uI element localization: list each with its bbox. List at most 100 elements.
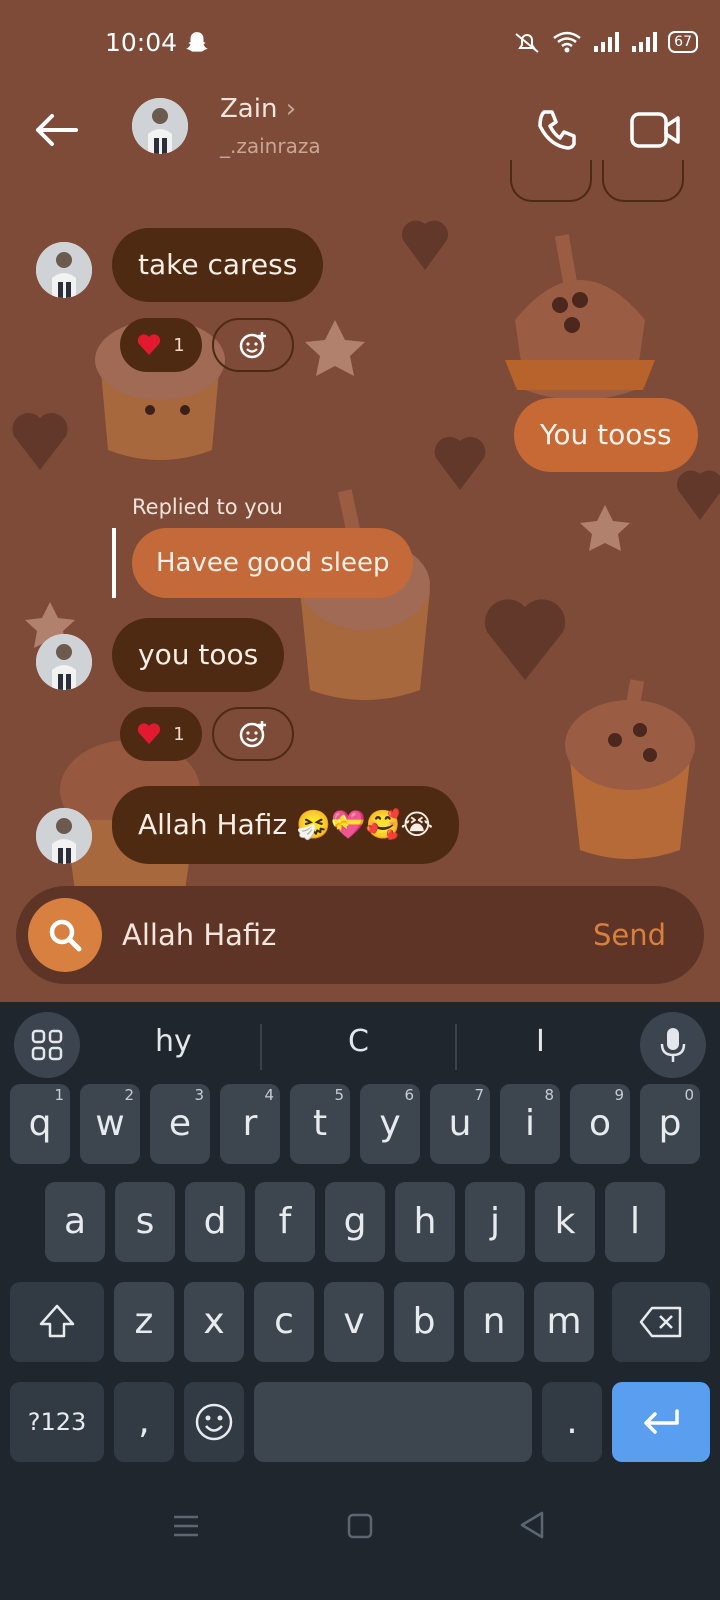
key-h[interactable]: h [395, 1182, 455, 1262]
key-y[interactable]: y6 [360, 1084, 420, 1164]
comma-key[interactable]: , [114, 1382, 174, 1462]
avatar[interactable] [132, 98, 188, 154]
backspace-key[interactable] [612, 1282, 710, 1362]
message-bubble[interactable]: Allah Hafiz 🤧💝🥰😭 [112, 786, 460, 864]
suggestion[interactable]: C [348, 1024, 369, 1059]
message-bubble[interactable]: take caress [112, 228, 324, 302]
key-i[interactable]: i8 [500, 1084, 560, 1164]
message-bubble-outgoing[interactable]: You tooss [514, 398, 698, 472]
key-c[interactable]: c [254, 1282, 314, 1362]
heart-icon [138, 723, 161, 744]
avatar[interactable] [36, 634, 92, 690]
key-hint: 1 [54, 1086, 64, 1104]
key-m[interactable]: m [534, 1282, 594, 1362]
reaction-count: 1 [173, 723, 185, 745]
key-e[interactable]: e3 [150, 1084, 210, 1164]
key-d[interactable]: d [185, 1182, 245, 1262]
menu-icon[interactable] [172, 1512, 200, 1540]
key-hint: 5 [334, 1086, 344, 1104]
mic-button[interactable] [640, 1012, 706, 1078]
chevron-right-icon: › [285, 94, 297, 124]
key-hint: 9 [614, 1086, 624, 1104]
key-hint: 8 [544, 1086, 554, 1104]
key-label: t [312, 1103, 328, 1144]
key-j[interactable]: j [465, 1182, 525, 1262]
reply-quote[interactable]: Havee good sleep [132, 528, 414, 598]
battery-icon: 67 [668, 31, 698, 53]
emoji-key[interactable] [184, 1382, 244, 1462]
key-x[interactable]: x [184, 1282, 244, 1362]
key-p[interactable]: p0 [640, 1084, 700, 1164]
message-bubble[interactable]: you toos [112, 618, 285, 692]
key-hint: 4 [264, 1086, 274, 1104]
grid-icon[interactable] [14, 1012, 80, 1078]
key-label: p [658, 1103, 682, 1144]
shift-icon [39, 1304, 75, 1338]
key-hint: 2 [124, 1086, 134, 1104]
key-z[interactable]: z [114, 1282, 174, 1362]
back-icon[interactable] [518, 1510, 546, 1540]
video-icon[interactable] [630, 106, 682, 154]
snapchat-ghost-icon [186, 32, 208, 52]
key-u[interactable]: u7 [430, 1084, 490, 1164]
reaction-heart[interactable]: 1 [120, 707, 202, 761]
suggestion[interactable]: hy [155, 1024, 192, 1059]
space-key[interactable] [254, 1382, 532, 1462]
key-label: e [168, 1103, 192, 1144]
add-reaction-icon [239, 332, 266, 359]
mute-icon [515, 33, 539, 53]
backspace-icon [639, 1306, 682, 1338]
status-bar: 10:04 67 [0, 0, 720, 80]
status-time: 10:04 [105, 28, 178, 57]
key-a[interactable]: a [45, 1182, 105, 1262]
period-key[interactable]: . [542, 1382, 602, 1462]
key-l[interactable]: l [605, 1182, 665, 1262]
symbols-key[interactable]: ?123 [10, 1382, 104, 1462]
contact-name[interactable]: Zain › [220, 94, 296, 124]
heart-icon [138, 334, 161, 355]
enter-key[interactable] [612, 1382, 710, 1462]
shift-key[interactable] [10, 1282, 104, 1362]
phone-icon[interactable] [532, 106, 580, 154]
key-hint: 3 [194, 1086, 204, 1104]
key-n[interactable]: n [464, 1282, 524, 1362]
key-f[interactable]: f [255, 1182, 315, 1262]
key-label: w [95, 1103, 125, 1144]
add-reaction-button[interactable] [212, 318, 294, 372]
key-b[interactable]: b [394, 1282, 454, 1362]
home-icon[interactable] [346, 1512, 374, 1540]
add-reaction-button[interactable] [212, 707, 294, 761]
key-v[interactable]: v [324, 1282, 384, 1362]
signal-icon-2 [632, 32, 658, 52]
key-g[interactable]: g [325, 1182, 385, 1262]
key-t[interactable]: t5 [290, 1084, 350, 1164]
reaction-heart[interactable]: 1 [120, 318, 202, 372]
mic-icon [660, 1028, 686, 1062]
key-o[interactable]: o9 [570, 1084, 630, 1164]
key-label: o [588, 1103, 612, 1144]
reaction-partial [602, 160, 684, 202]
reply-indicator [112, 528, 116, 598]
back-arrow-icon[interactable] [30, 104, 82, 156]
message-composer: Allah Hafiz Send [16, 886, 704, 984]
suggestion[interactable]: I [536, 1024, 545, 1059]
avatar[interactable] [36, 242, 92, 298]
key-k[interactable]: k [535, 1182, 595, 1262]
divider [455, 1024, 457, 1070]
navigation-bar [0, 1500, 720, 1600]
enter-icon [644, 1409, 679, 1434]
divider [260, 1024, 262, 1070]
avatar[interactable] [36, 808, 92, 864]
key-hint: 0 [684, 1086, 694, 1104]
key-s[interactable]: s [115, 1182, 175, 1262]
search-button[interactable] [28, 898, 102, 972]
send-button[interactable]: Send [593, 886, 666, 984]
message-input[interactable]: Allah Hafiz [122, 886, 276, 984]
wifi-icon [553, 31, 581, 53]
key-hint: 6 [404, 1086, 414, 1104]
key-q[interactable]: q1 [10, 1084, 70, 1164]
key-label: q [28, 1103, 52, 1144]
key-w[interactable]: w2 [80, 1084, 140, 1164]
key-label: i [524, 1103, 535, 1144]
key-r[interactable]: r4 [220, 1084, 280, 1164]
